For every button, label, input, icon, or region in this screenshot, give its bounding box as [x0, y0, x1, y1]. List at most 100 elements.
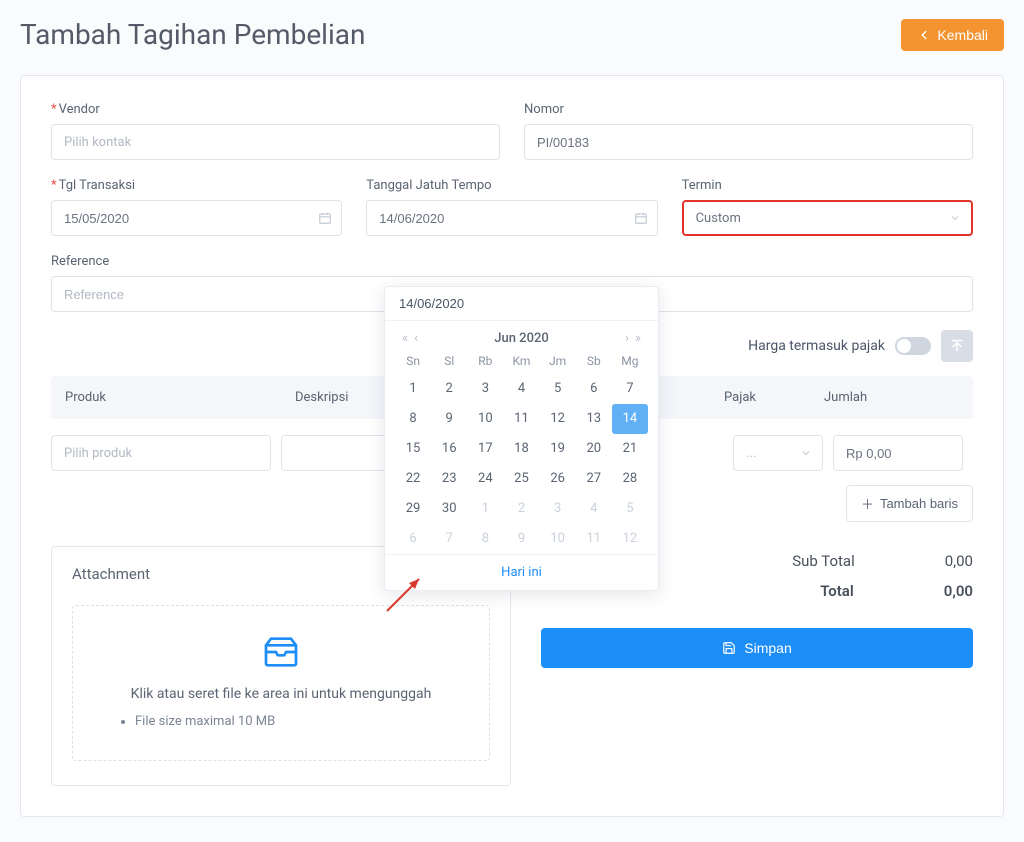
tgl-transaksi-label: *Tgl Transaksi: [51, 178, 342, 193]
datepicker-day[interactable]: 25: [503, 464, 539, 494]
back-button-label: Kembali: [937, 27, 988, 43]
datepicker-popover: « ‹ Jun 2020 › » SnSlRbKmJmSbMg 12345678…: [384, 286, 659, 591]
datepicker-day[interactable]: 7: [612, 374, 648, 404]
inbox-icon: [91, 632, 471, 672]
datepicker-display-input[interactable]: [397, 295, 646, 312]
col-pajak: Pajak: [724, 390, 824, 405]
datepicker-day[interactable]: 4: [503, 374, 539, 404]
jumlah-input[interactable]: [833, 435, 963, 471]
datepicker-day[interactable]: 11: [503, 404, 539, 434]
datepicker-today-button[interactable]: Hari ini: [385, 554, 658, 590]
next-month-button[interactable]: ›: [622, 331, 632, 346]
termin-select[interactable]: Custom: [682, 200, 973, 236]
datepicker-weekday: Km: [503, 354, 539, 368]
datepicker-day[interactable]: 1: [467, 494, 503, 524]
col-produk: Produk: [65, 390, 295, 405]
form-card: *Vendor Pilih kontak Nomor *Tgl Transaks…: [20, 75, 1004, 817]
prev-month-button[interactable]: ‹: [411, 331, 421, 346]
datepicker-day[interactable]: 6: [395, 524, 431, 554]
datepicker-weekday: Sn: [395, 354, 431, 368]
datepicker-day[interactable]: 30: [431, 494, 467, 524]
datepicker-day[interactable]: 2: [503, 494, 539, 524]
datepicker-day[interactable]: 15: [395, 434, 431, 464]
chevron-down-icon: [800, 447, 812, 459]
datepicker-weekday-row: SnSlRbKmJmSbMg: [385, 354, 658, 374]
datepicker-day[interactable]: 2: [431, 374, 467, 404]
dropzone-text: Klik atau seret file ke area ini untuk m…: [91, 686, 471, 702]
datepicker-day[interactable]: 8: [395, 404, 431, 434]
datepicker-day[interactable]: 4: [576, 494, 612, 524]
datepicker-weekday: Sb: [576, 354, 612, 368]
total-value: 0,00: [944, 582, 973, 600]
datepicker-day[interactable]: 24: [467, 464, 503, 494]
nomor-input[interactable]: [524, 124, 973, 160]
produk-select-placeholder: Pilih produk: [64, 446, 132, 461]
back-button[interactable]: Kembali: [901, 19, 1004, 51]
pajak-select-placeholder: ...: [746, 446, 756, 461]
reference-label: Reference: [51, 254, 973, 269]
vendor-label: *Vendor: [51, 102, 500, 117]
datepicker-day[interactable]: 22: [395, 464, 431, 494]
termin-select-value: Custom: [696, 211, 741, 226]
jatuh-tempo-label: Tanggal Jatuh Tempo: [366, 178, 657, 193]
vendor-select-value: Pilih kontak: [64, 135, 131, 150]
datepicker-day[interactable]: 28: [612, 464, 648, 494]
vendor-select[interactable]: Pilih kontak: [51, 124, 500, 160]
nomor-label: Nomor: [524, 102, 973, 117]
datepicker-day[interactable]: 9: [503, 524, 539, 554]
datepicker-day[interactable]: 1: [395, 374, 431, 404]
datepicker-day[interactable]: 5: [540, 374, 576, 404]
col-jumlah: Jumlah: [824, 390, 959, 405]
datepicker-day[interactable]: 18: [503, 434, 539, 464]
datepicker-day[interactable]: 3: [540, 494, 576, 524]
tax-toggle[interactable]: [895, 337, 931, 355]
datepicker-month-title[interactable]: Jun 2020: [421, 331, 622, 346]
datepicker-day[interactable]: 5: [612, 494, 648, 524]
datepicker-day[interactable]: 20: [576, 434, 612, 464]
tgl-transaksi-input[interactable]: [51, 200, 342, 236]
datepicker-day[interactable]: 10: [467, 404, 503, 434]
add-row-label: Tambah baris: [880, 496, 958, 511]
next-year-button[interactable]: »: [632, 331, 644, 346]
datepicker-day[interactable]: 23: [431, 464, 467, 494]
pajak-select[interactable]: ...: [733, 435, 823, 471]
file-dropzone[interactable]: Klik atau seret file ke area ini untuk m…: [72, 605, 490, 761]
dropzone-note: File size maximal 10 MB: [135, 714, 471, 729]
chevron-down-icon: [949, 212, 961, 224]
datepicker-day[interactable]: 19: [540, 434, 576, 464]
datepicker-weekday: Jm: [540, 354, 576, 368]
datepicker-day[interactable]: 16: [431, 434, 467, 464]
page-title: Tambah Tagihan Pembelian: [20, 18, 365, 51]
datepicker-day[interactable]: 10: [540, 524, 576, 554]
jatuh-tempo-input[interactable]: [366, 200, 657, 236]
datepicker-day[interactable]: 7: [431, 524, 467, 554]
scroll-top-button[interactable]: [941, 330, 973, 362]
datepicker-day[interactable]: 12: [540, 404, 576, 434]
produk-select[interactable]: Pilih produk: [51, 435, 271, 471]
datepicker-weekday: Mg: [612, 354, 648, 368]
save-icon: [722, 641, 736, 655]
prev-year-button[interactable]: «: [399, 331, 411, 346]
datepicker-day[interactable]: 27: [576, 464, 612, 494]
arrow-left-icon: [917, 28, 931, 42]
datepicker-day[interactable]: 9: [431, 404, 467, 434]
add-row-button[interactable]: ＋ Tambah baris: [846, 485, 973, 522]
datepicker-day[interactable]: 6: [576, 374, 612, 404]
termin-label: Termin: [682, 178, 973, 193]
datepicker-day[interactable]: 17: [467, 434, 503, 464]
datepicker-day[interactable]: 8: [467, 524, 503, 554]
datepicker-weekday: Rb: [467, 354, 503, 368]
plus-icon: ＋: [861, 494, 874, 513]
datepicker-day[interactable]: 12: [612, 524, 648, 554]
save-button[interactable]: Simpan: [541, 628, 973, 668]
datepicker-day[interactable]: 21: [612, 434, 648, 464]
datepicker-day[interactable]: 11: [576, 524, 612, 554]
datepicker-weekday: Sl: [431, 354, 467, 368]
datepicker-day[interactable]: 29: [395, 494, 431, 524]
tax-toggle-label: Harga termasuk pajak: [748, 338, 885, 354]
datepicker-day[interactable]: 13: [576, 404, 612, 434]
save-button-label: Simpan: [744, 640, 791, 656]
datepicker-day[interactable]: 3: [467, 374, 503, 404]
datepicker-day[interactable]: 26: [540, 464, 576, 494]
datepicker-day[interactable]: 14: [612, 404, 648, 434]
